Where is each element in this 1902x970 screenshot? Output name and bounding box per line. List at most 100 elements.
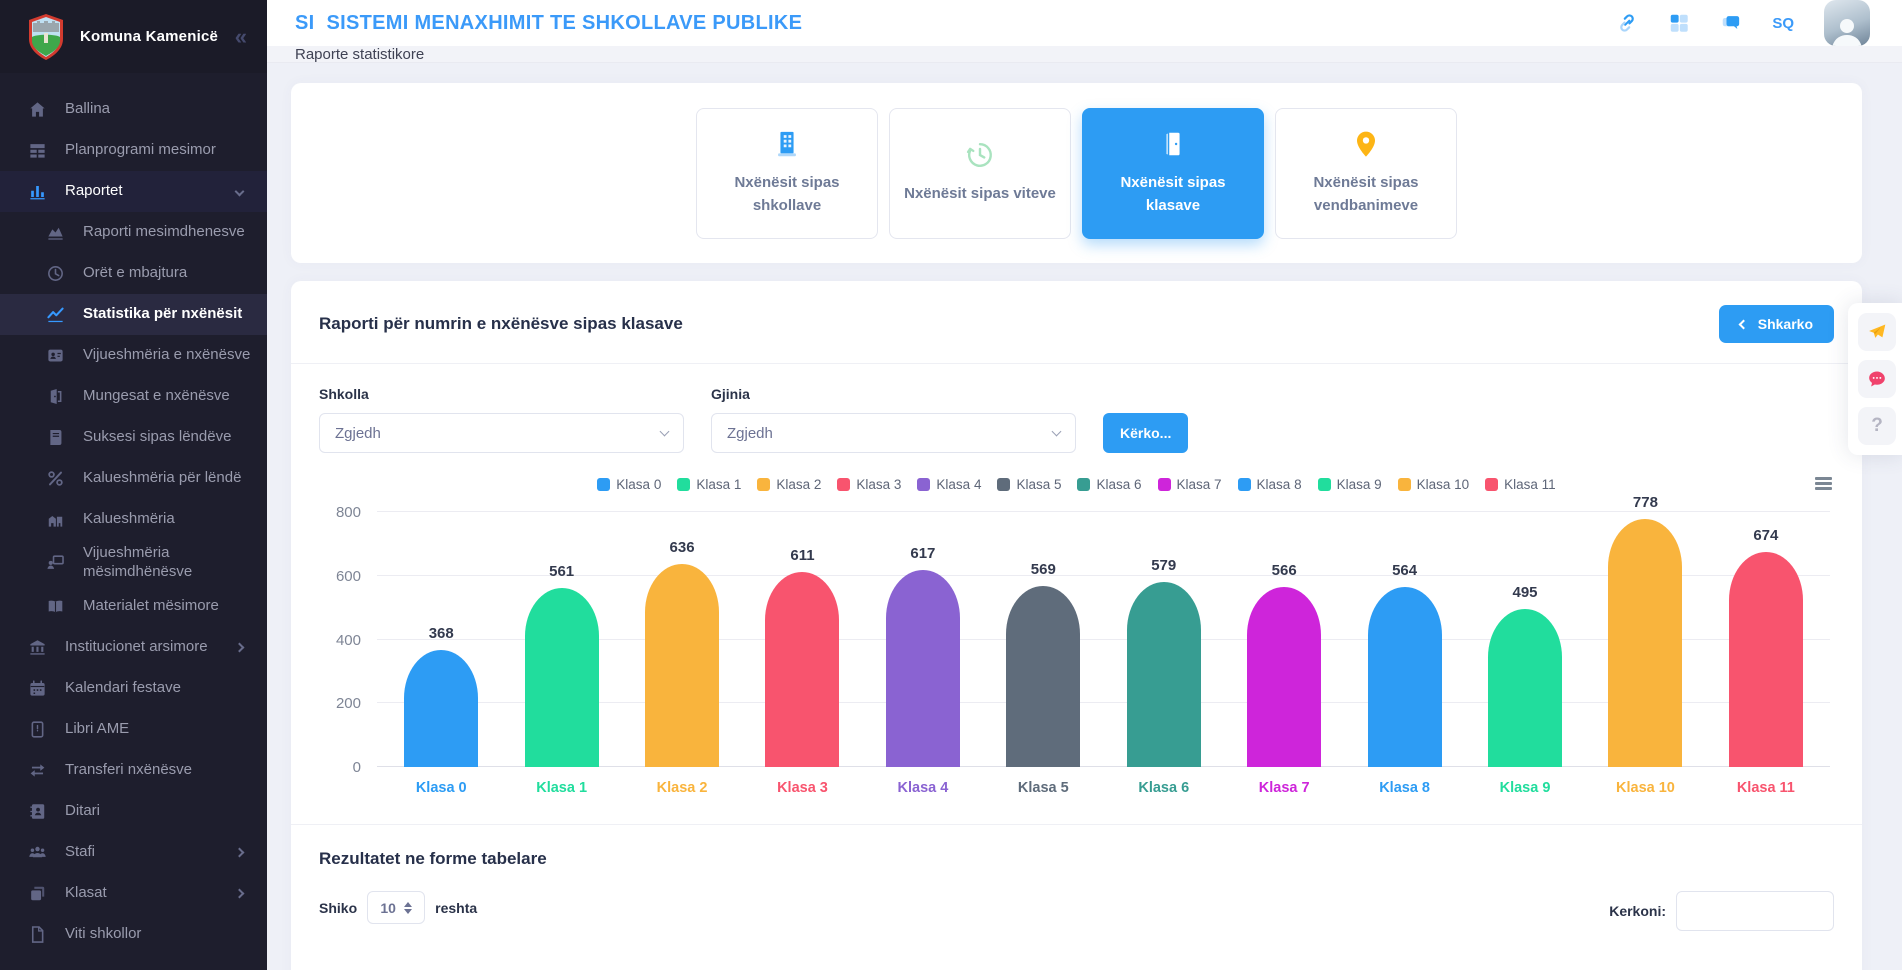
legend-item[interactable]: Klasa 6: [1077, 477, 1141, 492]
user-avatar[interactable]: [1824, 0, 1870, 46]
notebook-icon: [28, 802, 47, 821]
x-tick-label: Klasa 0: [381, 780, 501, 796]
tab-nxenesit-sipas-shkollave[interactable]: Nxënësit sipas shkollave: [696, 108, 878, 239]
link-icon[interactable]: [1616, 12, 1638, 34]
gender-select[interactable]: Zgjedh: [711, 413, 1076, 453]
legend-item[interactable]: Klasa 2: [757, 477, 821, 492]
chart-bar-klasa-10[interactable]: 778: [1608, 519, 1682, 767]
sidebar-item-ditari[interactable]: Ditari: [0, 791, 267, 832]
chart-bar-klasa-2[interactable]: 636: [645, 564, 719, 767]
chart-plot: 0 200 400 600 800 368 561 636 611 617 56…: [377, 512, 1830, 767]
sidebar-item-ballina[interactable]: Ballina: [0, 89, 267, 130]
tab-nxenesit-sipas-vendbanimeve[interactable]: Nxënësit sipas vendbanimeve: [1275, 108, 1457, 239]
sidebar-collapse-icon[interactable]: «: [235, 26, 247, 48]
bar-value-label: 778: [1633, 494, 1658, 511]
sidebar-item-kalendari-festave[interactable]: Kalendari festave: [0, 668, 267, 709]
legend-item[interactable]: Klasa 5: [997, 477, 1061, 492]
legend-item[interactable]: Klasa 4: [917, 477, 981, 492]
chart-bar-klasa-11[interactable]: 674: [1729, 552, 1803, 767]
report-type-tabs: Nxënësit sipas shkollave Nxënësit sipas …: [291, 83, 1862, 263]
topbar-actions: SQ: [1616, 0, 1870, 46]
legend-item[interactable]: Klasa 1: [677, 477, 741, 492]
chart-bar-klasa-8[interactable]: 564: [1368, 587, 1442, 767]
school-select[interactable]: Zgjedh: [319, 413, 684, 453]
bar-value-label: 566: [1272, 562, 1297, 579]
home-icon: [28, 100, 47, 119]
chevron-right-icon: [235, 888, 245, 898]
school-building-icon: [46, 510, 65, 529]
grid-icon[interactable]: [1668, 12, 1690, 34]
legend-swatch: [1318, 478, 1331, 491]
chat-icon[interactable]: [1720, 12, 1742, 34]
send-feedback-button[interactable]: [1858, 313, 1896, 351]
bar-chart-icon: [28, 182, 47, 201]
legend-swatch: [917, 478, 930, 491]
chart-bar-klasa-6[interactable]: 579: [1127, 582, 1201, 767]
sidebar-item-mungesat-e-nxenesve[interactable]: Mungesat e nxënësve: [0, 376, 267, 417]
help-button[interactable]: ?: [1858, 407, 1896, 445]
sidebar-item-viti-shkollor[interactable]: Viti shkollor: [0, 914, 267, 955]
sidebar-item-transferi-nxenesve[interactable]: Transferi nxënësve: [0, 750, 267, 791]
sidebar-item-vijueshmeria-mesimdhenesve[interactable]: Vijueshmëria mësimdhënësve: [0, 540, 267, 586]
x-axis-labels: Klasa 0 Klasa 1 Klasa 2 Klasa 3 Klasa 4 …: [377, 767, 1830, 796]
sidebar-item-planprogrami[interactable]: Planprogrami mesimor: [0, 130, 267, 171]
tab-nxenesit-sipas-viteve[interactable]: Nxënësit sipas viteve: [889, 108, 1071, 239]
chart-bar-klasa-7[interactable]: 566: [1247, 587, 1321, 767]
sidebar-item-institucionet-arsimore[interactable]: Institucionet arsimore: [0, 627, 267, 668]
sidebar-item-suksesi-sipas-lendeve[interactable]: Suksesi sipas lëndëve: [0, 417, 267, 458]
sidebar-item-raportet[interactable]: Raportet: [0, 171, 267, 212]
area-chart-icon: [46, 223, 65, 242]
transfer-arrows-icon: [28, 761, 47, 780]
x-tick-label: Klasa 7: [1224, 780, 1344, 796]
search-button[interactable]: Kërko...: [1103, 413, 1188, 453]
legend-item[interactable]: Klasa 11: [1485, 477, 1556, 492]
chart-bar-klasa-9[interactable]: 495: [1488, 609, 1562, 767]
sidebar-item-kalueshmeria-per-lende[interactable]: Kalueshmëria për lëndë: [0, 458, 267, 499]
language-selector[interactable]: SQ: [1772, 15, 1794, 32]
legend-item[interactable]: Klasa 8: [1238, 477, 1302, 492]
sidebar-item-libri-ame[interactable]: Libri AME: [0, 709, 267, 750]
chart-bar-klasa-0[interactable]: 368: [404, 650, 478, 767]
sidebar-item-klasat[interactable]: Klasat: [0, 873, 267, 914]
sidebar-item-stafi[interactable]: Stafi: [0, 832, 267, 873]
chart-bar-klasa-5[interactable]: 569: [1006, 586, 1080, 767]
legend-swatch: [997, 478, 1010, 491]
sidebar-item-vijueshmeria-e-nxenesve[interactable]: Vijueshmëria e nxënësve: [0, 335, 267, 376]
rows-per-page-select[interactable]: 10: [367, 891, 425, 924]
sidebar-item-materialet-mesimore[interactable]: Materialet mësimore: [0, 586, 267, 627]
legend-item[interactable]: Klasa 10: [1398, 477, 1470, 492]
chart-bar-klasa-4[interactable]: 617: [886, 570, 960, 767]
x-tick-label: Klasa 3: [742, 780, 862, 796]
legend-item[interactable]: Klasa 3: [837, 477, 901, 492]
main-area: SI SISTEMI MENAXHIMIT TE SHKOLLAVE PUBLI…: [267, 0, 1902, 970]
chart-bar-klasa-1[interactable]: 561: [525, 588, 599, 767]
sidebar-item-statistika-per-nxenesit[interactable]: Statistika për nxënësit: [0, 294, 267, 335]
legend-item[interactable]: Klasa 9: [1318, 477, 1382, 492]
rows-per-page: Shiko 10 reshta: [319, 891, 477, 924]
bar-value-label: 561: [549, 563, 574, 580]
chat-support-button[interactable]: [1858, 360, 1896, 398]
sidebar-item-kalueshmeria[interactable]: Kalueshmëria: [0, 499, 267, 540]
legend-swatch: [1238, 478, 1251, 491]
sidebar-item-oret-e-mbajtura[interactable]: Orët e mbajtura: [0, 253, 267, 294]
sidebar-item-raporti-mesimdhenesve[interactable]: Raporti mesimdhenesve: [0, 212, 267, 253]
bank-icon: [28, 638, 47, 657]
history-clock-icon: [965, 140, 995, 170]
chat-dots-icon: [1867, 369, 1887, 389]
bar-value-label: 674: [1753, 527, 1778, 544]
app-abbr: SI: [295, 12, 315, 35]
breadcrumb: Raporte statistikore: [295, 46, 424, 63]
table-search-input[interactable]: [1676, 891, 1834, 931]
chart-bar-klasa-3[interactable]: 611: [765, 572, 839, 767]
download-button[interactable]: Shkarko: [1719, 305, 1834, 343]
legend-item[interactable]: Klasa 0: [597, 477, 661, 492]
door-exit-icon: [46, 387, 65, 406]
person-icon: [1830, 16, 1864, 46]
chart-menu-icon[interactable]: [1815, 477, 1832, 490]
users-icon: [28, 843, 47, 862]
legend-item[interactable]: Klasa 7: [1158, 477, 1222, 492]
tab-nxenesit-sipas-klasave[interactable]: Nxënësit sipas klasave: [1082, 108, 1264, 239]
y-tick-label: 200: [319, 695, 361, 712]
percent-icon: [46, 469, 65, 488]
x-tick-label: Klasa 4: [863, 780, 983, 796]
